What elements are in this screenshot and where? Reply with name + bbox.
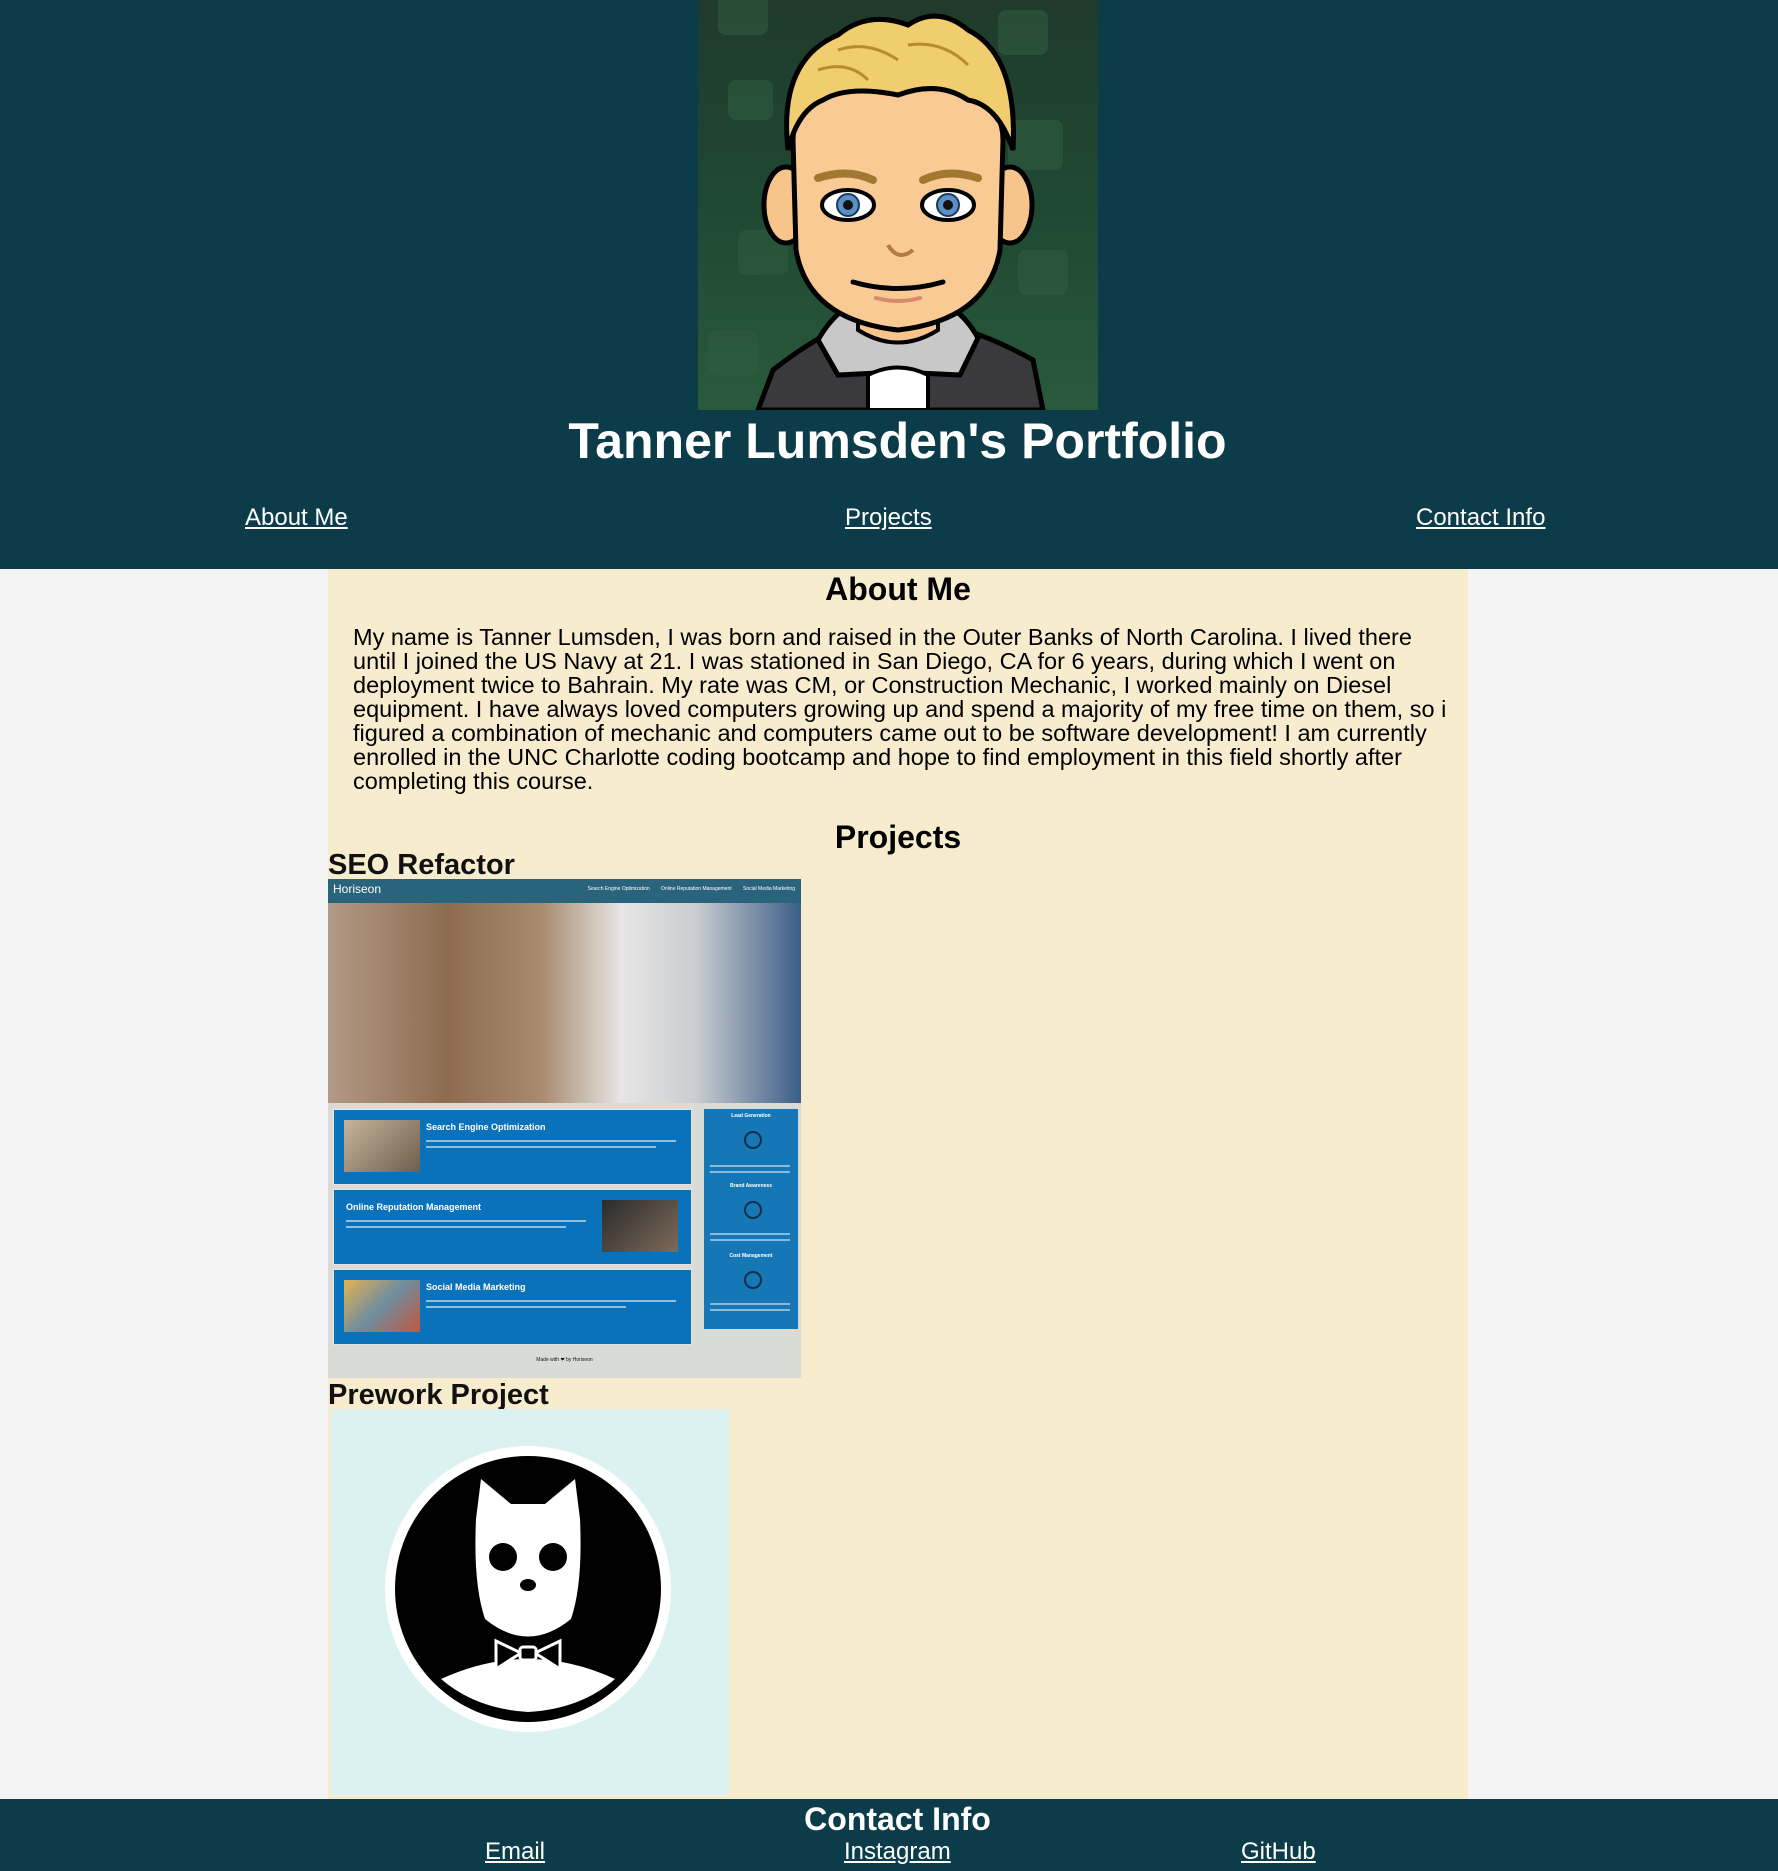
seo-screenshot-sidebar: Lead Generation Brand Awareness Cost Man…	[704, 1109, 798, 1329]
seo-screenshot-nav-item: Social Media Marketing	[743, 886, 795, 892]
nav-link-about-me[interactable]: About Me	[245, 500, 348, 536]
main-content: About Me My name is Tanner Lumsden, I wa…	[328, 569, 1468, 1799]
footer-link-instagram[interactable]: Instagram	[844, 1837, 951, 1867]
seo-screenshot-header: Horiseon Search Engine Optimization Onli…	[328, 879, 801, 903]
seo-screenshot-nav-item: Search Engine Optimization	[587, 886, 650, 892]
seo-screenshot-nav: Search Engine Optimization Online Reputa…	[578, 886, 795, 892]
site-header: Tanner Lumsden's Portfolio About Me Proj…	[0, 0, 1778, 569]
about-me-heading: About Me	[825, 571, 971, 607]
seo-screenshot-card: Search Engine Optimization	[333, 1109, 692, 1185]
seo-screenshot-card: Social Media Marketing	[333, 1269, 692, 1345]
site-footer: Contact Info Email Instagram GitHub	[0, 1799, 1778, 1871]
seo-card-title: Online Reputation Management	[346, 1202, 482, 1212]
seo-screenshot-hero-image	[328, 903, 801, 1103]
seo-card-title: Social Media Marketing	[426, 1282, 526, 1292]
seo-card-thumbnail	[344, 1280, 420, 1332]
project-title-seo-refactor: SEO Refactor	[328, 849, 515, 881]
footer-link-github[interactable]: GitHub	[1241, 1837, 1316, 1867]
github-octocat-cat-icon	[385, 1446, 671, 1732]
bitmoji-avatar-image	[708, 0, 1068, 410]
seo-sidebar-title: Lead Generation	[731, 1113, 771, 1119]
seo-screenshot-card: Online Reputation Management	[333, 1189, 692, 1265]
seo-card-thumbnail	[602, 1200, 678, 1252]
footer-link-email[interactable]: Email	[485, 1837, 545, 1867]
project-title-prework: Prework Project	[328, 1379, 549, 1411]
seo-sidebar-title: Cost Management	[729, 1253, 773, 1259]
prework-project-screenshot[interactable]	[331, 1409, 729, 1795]
nav-link-projects[interactable]: Projects	[845, 500, 932, 536]
nav-link-contact-info[interactable]: Contact Info	[1416, 500, 1545, 536]
profile-avatar	[698, 0, 1098, 410]
contact-info-heading: Contact Info	[804, 1801, 991, 1837]
seo-card-thumbnail	[344, 1120, 420, 1172]
seo-screenshot-logo: Horiseon	[333, 882, 382, 896]
about-me-text: My name is Tanner Lumsden, I was born an…	[353, 624, 1447, 794]
page-title: Tanner Lumsden's Portfolio	[568, 413, 1227, 469]
main-nav: About Me Projects Contact Info	[0, 500, 1778, 540]
seo-refactor-screenshot[interactable]: Horiseon Search Engine Optimization Onli…	[328, 879, 801, 1378]
seo-sidebar-title: Brand Awareness	[730, 1183, 772, 1189]
seo-screenshot-footer: Made with ❤ by Horiseon	[536, 1357, 593, 1363]
seo-screenshot-nav-item: Online Reputation Management	[661, 886, 732, 892]
seo-card-title: Search Engine Optimization	[426, 1122, 546, 1132]
